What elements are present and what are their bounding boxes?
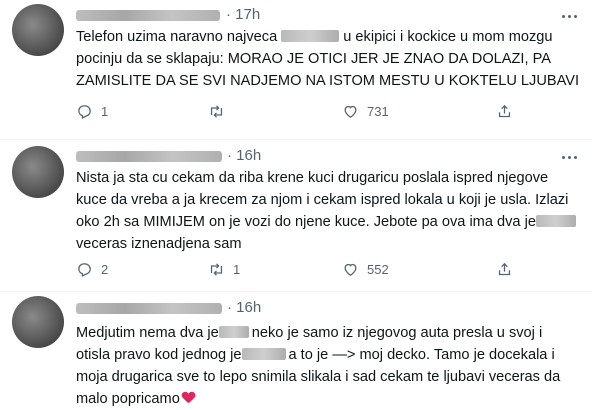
author-name-redacted[interactable] (76, 10, 220, 21)
like-button[interactable]: 731 (342, 101, 389, 121)
tweet-line: ZAMISLITE DA SE SVI NADJEMO NA ISTOM MES… (76, 73, 580, 89)
tweet-1[interactable]: · 17h Telefon uzima naravno najveca u ek… (0, 0, 592, 140)
like-count: 731 (367, 103, 389, 119)
redacted-word (241, 348, 286, 360)
tweet-line: kuce da vreba a ja krecem za njom i ceka… (76, 192, 569, 208)
tweet-time[interactable]: · 17h (226, 6, 260, 23)
author-name-redacted[interactable] (76, 303, 222, 314)
avatar[interactable] (12, 146, 64, 198)
tweet-2[interactable]: · 16h Nista ja sta cu cekam da riba kren… (0, 140, 592, 292)
tweet-line: Nista ja sta cu cekam da riba krene kuci… (76, 170, 549, 186)
reply-count: 2 (101, 261, 109, 277)
tweet-time[interactable]: · 16h (227, 299, 261, 316)
retweet-button[interactable] (208, 101, 233, 121)
more-icon[interactable] (562, 156, 578, 160)
tweet-text: Telefon uzima naravno najveca u ekipici … (76, 26, 581, 92)
tweet-line: Medjutim nema dva je neko je samo iz njeg… (76, 325, 543, 341)
share-button[interactable] (496, 259, 513, 279)
reply-button[interactable]: 2 (76, 259, 108, 279)
redacted-word (535, 215, 576, 227)
tweet-text: Nista ja sta cu cekam da riba krene kuci… (76, 167, 581, 255)
retweet-icon (210, 104, 223, 118)
tweet-3[interactable]: · 16h Medjutim nema dva je neko je samo i… (0, 292, 592, 407)
tweet-line: malo popricamo (76, 388, 581, 410)
tweet-line: oko 2h sa MIMIJEM on je vozi do njene ku… (76, 211, 581, 233)
share-icon (498, 104, 511, 117)
more-icon[interactable] (562, 15, 578, 19)
like-count: 552 (367, 261, 389, 277)
avatar[interactable] (12, 4, 64, 56)
reply-button[interactable]: 1 (76, 101, 108, 121)
tweet-line: pocinju da se sklapaju: MORAO JE OTICI J… (76, 51, 551, 67)
tweet-line: otisla pravo kod jednog je a to je —> moj… (76, 347, 555, 363)
redacted-word (281, 30, 340, 42)
author-name-redacted[interactable] (76, 151, 222, 162)
tweet-text: Medjutim nema dva je neko je samo iz njeg… (76, 322, 581, 410)
share-icon (498, 262, 511, 275)
retweet-count: 1 (233, 261, 241, 277)
share-button[interactable] (496, 101, 513, 121)
heart-icon (344, 105, 357, 118)
tweet-actions: 1 731 (76, 101, 581, 121)
reply-count: 1 (101, 103, 109, 119)
tweet-time[interactable]: · 16h (227, 147, 261, 164)
reply-icon (78, 262, 91, 277)
heart-icon (344, 263, 357, 276)
retweet-button[interactable]: 1 (208, 259, 240, 279)
tweet-line: veceras iznenadjena sam (76, 236, 242, 252)
tweet-line: moja drugarica sve to lepo snimila slika… (76, 369, 561, 385)
heart-emoji-icon (182, 392, 195, 404)
redacted-word (218, 326, 249, 338)
tweet-line: Telefon uzima naravno najveca u ekipici … (76, 29, 553, 45)
like-button[interactable]: 552 (342, 259, 389, 279)
reply-icon (78, 104, 91, 119)
retweet-icon (210, 262, 223, 276)
tweet-actions: 2 1 552 (76, 259, 581, 279)
avatar[interactable] (12, 296, 64, 348)
